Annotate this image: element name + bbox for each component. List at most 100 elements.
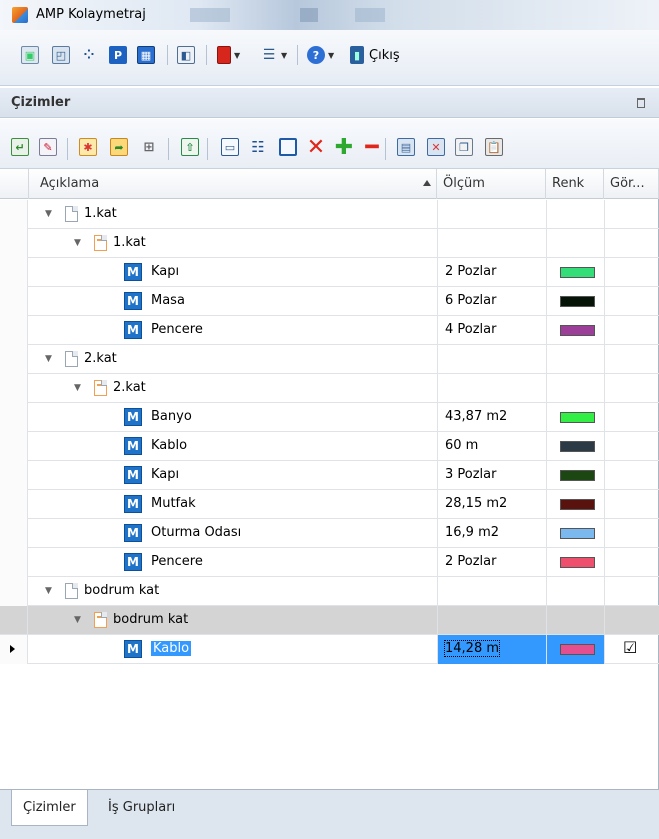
column-header-olcum[interactable]: Ölçüm (437, 169, 546, 199)
table-row[interactable]: M Pencere 4 Pozlar (0, 316, 659, 345)
paste-icon[interactable]: 📋 (482, 135, 506, 159)
color-swatch[interactable] (560, 470, 595, 481)
column-header-aciklama[interactable]: Açıklama (29, 169, 437, 199)
visible-cell[interactable] (604, 200, 659, 229)
table-row[interactable]: M Kablo 60 m (0, 432, 659, 461)
visible-cell[interactable] (604, 374, 659, 403)
row-selector[interactable] (0, 519, 28, 548)
table-row[interactable]: M Kapı 3 Pozlar (0, 461, 659, 490)
table-row[interactable]: ▼ 1.kat (0, 229, 659, 258)
color-swatch[interactable] (560, 528, 595, 539)
color-swatch[interactable] (560, 557, 595, 568)
visible-cell[interactable] (604, 490, 659, 519)
expand-chevron-icon[interactable]: ▼ (74, 383, 81, 393)
color-swatch[interactable] (560, 296, 595, 307)
color-swatch[interactable] (560, 499, 595, 510)
visible-cell[interactable] (604, 461, 659, 490)
color-swatch[interactable] (560, 267, 595, 278)
color-cell[interactable] (546, 374, 604, 403)
color-cell[interactable] (546, 577, 604, 606)
visible-cell[interactable] (604, 432, 659, 461)
table-row[interactable]: ▼ 1.kat (0, 200, 659, 229)
table-row[interactable]: M Kapı 2 Pozlar (0, 258, 659, 287)
expand-chevron-icon[interactable]: ▼ (74, 615, 81, 625)
delete-icon[interactable]: ✕ (304, 135, 328, 160)
table-row[interactable]: M Kablo 14,28 m ☑ (0, 635, 659, 664)
red-book-icon[interactable]: ▼ (217, 44, 240, 66)
p-icon[interactable]: P (109, 44, 127, 66)
row-selector[interactable] (0, 548, 28, 577)
table-row[interactable]: M Oturma Odası 16,9 m2 (0, 519, 659, 548)
measure-cell[interactable] (437, 577, 546, 606)
visible-cell[interactable] (604, 258, 659, 287)
table-row[interactable]: M Banyo 43,87 m2 (0, 403, 659, 432)
table-row[interactable]: ▼ bodrum kat (0, 606, 659, 635)
import-icon[interactable]: ↵ (8, 135, 32, 159)
add-icon[interactable]: ✚ (332, 135, 356, 160)
color-cell[interactable] (546, 606, 604, 635)
help-icon[interactable]: ? ▼ (307, 44, 334, 66)
expand-chevron-icon[interactable]: ▼ (45, 209, 52, 219)
expand-chevron-icon[interactable]: ▼ (45, 586, 52, 596)
row-selector[interactable] (0, 345, 28, 374)
column-header-renk[interactable]: Renk (546, 169, 604, 199)
column-header-gorunur[interactable]: Gör... (604, 169, 659, 199)
window-icon[interactable]: ◧ (177, 44, 195, 66)
list-icon[interactable]: ☷ (246, 135, 270, 159)
color-swatch[interactable] (560, 325, 595, 336)
visible-cell[interactable] (604, 345, 659, 374)
color-cell[interactable] (546, 229, 604, 258)
row-selector[interactable] (0, 287, 28, 316)
print-icon[interactable]: ▤ (394, 135, 418, 159)
visible-cell[interactable] (604, 287, 659, 316)
grid-icon[interactable]: ⁘ (80, 44, 98, 66)
export-icon[interactable]: ⇧ (178, 135, 202, 159)
row-selector[interactable] (0, 461, 28, 490)
measure-cell[interactable] (437, 606, 546, 635)
expand-chevron-icon[interactable]: ▼ (74, 238, 81, 248)
tab-cizimler[interactable]: Çizimler (11, 790, 88, 826)
pin-icon[interactable] (637, 98, 645, 108)
color-swatch[interactable] (560, 441, 595, 452)
row-selector[interactable] (0, 577, 28, 606)
expand-chevron-icon[interactable]: ▼ (45, 354, 52, 364)
measure-cell[interactable] (437, 345, 546, 374)
visible-cell[interactable] (604, 548, 659, 577)
row-selector[interactable] (0, 229, 28, 258)
open-folder-icon[interactable]: ➦ (107, 135, 131, 159)
window-icon[interactable]: ▭ (218, 135, 242, 159)
visible-cell[interactable] (604, 606, 659, 635)
visible-cell[interactable] (604, 229, 659, 258)
tree-icon[interactable]: ⊞ (137, 135, 161, 159)
table-row[interactable]: M Pencere 2 Pozlar (0, 548, 659, 577)
color-cell[interactable] (546, 200, 604, 229)
visible-cell[interactable] (604, 403, 659, 432)
color-cell[interactable] (546, 345, 604, 374)
table-icon[interactable]: ▦ (137, 44, 155, 66)
table-row[interactable]: M Masa 6 Pozlar (0, 287, 659, 316)
row-selector[interactable] (0, 490, 28, 519)
row-selector[interactable] (0, 316, 28, 345)
table-row[interactable]: ▼ 2.kat (0, 374, 659, 403)
new-folder-icon[interactable]: ✱ (76, 135, 100, 159)
table-row[interactable]: ▼ bodrum kat (0, 577, 659, 606)
row-selector[interactable] (0, 606, 28, 635)
table-row[interactable]: ▼ 2.kat (0, 345, 659, 374)
exit-button[interactable]: ▮ Çıkış (350, 44, 400, 66)
edit-icon[interactable]: ✎ (36, 135, 60, 159)
visible-cell[interactable] (604, 316, 659, 345)
copy-icon[interactable]: ❐ (452, 135, 476, 159)
save-icon[interactable]: ▣ (21, 44, 39, 66)
row-selector[interactable] (0, 374, 28, 403)
open-folder-icon[interactable]: ◰ (52, 44, 70, 66)
row-selector[interactable] (0, 200, 28, 229)
list-dropdown-icon[interactable]: ☰ ▼ (260, 44, 287, 66)
visible-checkbox[interactable]: ☑ (623, 638, 637, 657)
row-selector[interactable] (0, 432, 28, 461)
measure-cell[interactable] (437, 200, 546, 229)
visible-cell[interactable] (604, 577, 659, 606)
measure-cell[interactable] (437, 229, 546, 258)
row-selector[interactable] (0, 258, 28, 287)
row-selector[interactable] (0, 635, 28, 664)
copy-window-icon[interactable] (276, 135, 300, 159)
